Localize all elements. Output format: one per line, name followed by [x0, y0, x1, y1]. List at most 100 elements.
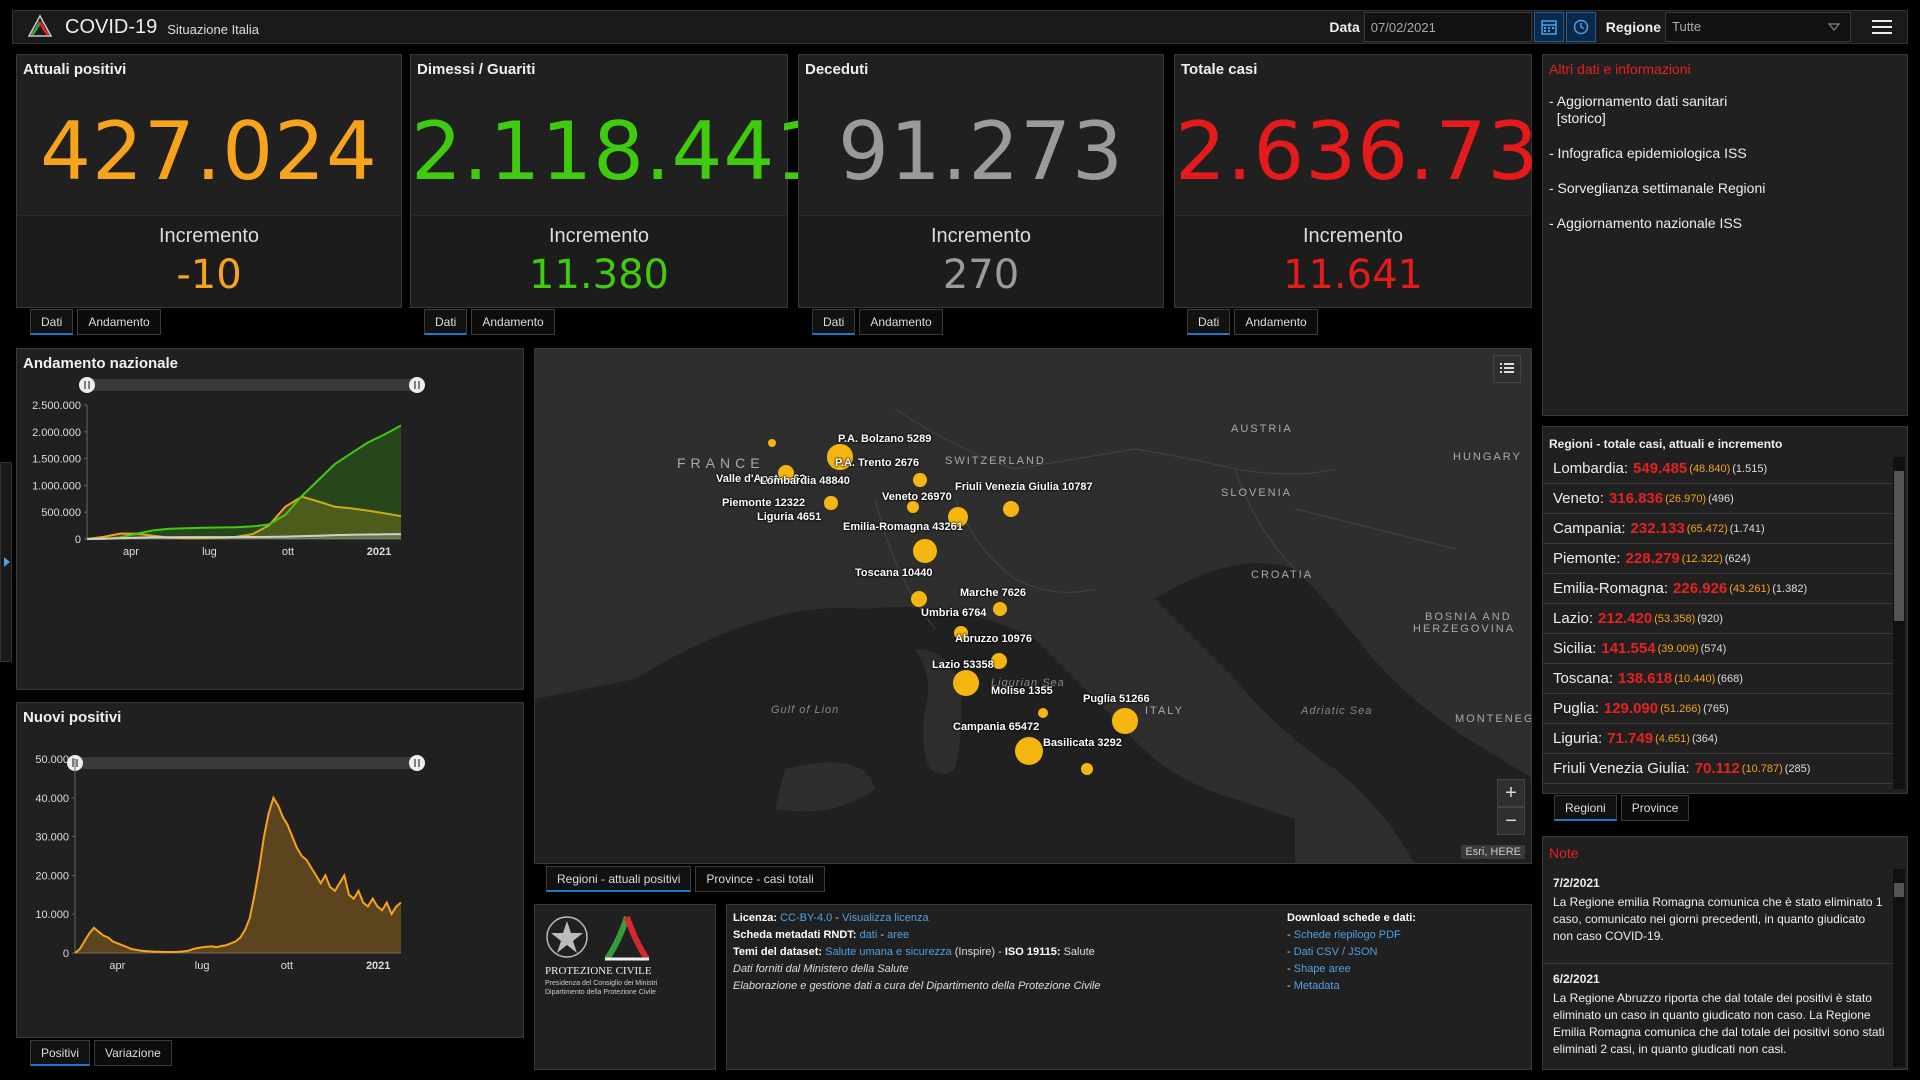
regions-list: Lombardia: 549.485 (48.840) (1.515) Veneto: 3… — [1543, 454, 1895, 784]
region-row[interactable]: Campania: 232.133 (65.472) (1.741) — [1543, 514, 1895, 544]
tab-province[interactable]: Province — [1620, 795, 1690, 821]
map-panel[interactable]: + − Esri, HERE FRANCE SWITZERLAND AUSTRI… — [534, 348, 1532, 864]
chart-panel-andamento: Andamento nazionale 2.500.000 2.000.000 1.… — [16, 348, 524, 690]
stat-tabs-deceduti: Dati Andamento — [812, 309, 943, 335]
stat-value: 2.118.441 — [411, 105, 828, 198]
region-row[interactable]: Sicilia: 141.554 (39.009) (574) — [1543, 634, 1895, 664]
tab-andamento[interactable]: Andamento — [77, 309, 161, 335]
y-tick-label: 500.000 — [41, 507, 81, 519]
region-row[interactable]: Toscana: 138.618 (10.440) (668) — [1543, 664, 1895, 694]
region-marker-label: Basilicata 3292 — [1043, 737, 1122, 749]
tab-regioni-attuali[interactable]: Regioni - attuali positivi — [546, 866, 692, 892]
region-increment: (765) — [1703, 702, 1729, 715]
region-marker[interactable] — [1112, 708, 1138, 734]
region-increment: (1.515) — [1732, 462, 1768, 475]
link-cc-by[interactable]: CC-BY-4.0 — [780, 912, 832, 924]
region-row[interactable]: Friuli Venezia Giulia: 70.112 (10.787) (285… — [1543, 754, 1895, 784]
tab-andamento[interactable]: Andamento — [859, 309, 943, 335]
link-schede-pdf[interactable]: Schede riepilogo PDF — [1294, 929, 1401, 941]
range-handle-right[interactable] — [409, 377, 425, 393]
region-marker[interactable] — [913, 473, 927, 487]
info-title: Altri dati e informazioni — [1549, 61, 1691, 77]
info-link-infografica[interactable]: - Infografica epidemiologica ISS — [1549, 145, 1901, 162]
region-name: Piemonte: — [1553, 550, 1621, 567]
protezione-civile-logo-icon — [27, 14, 53, 37]
tab-andamento[interactable]: Andamento — [471, 309, 555, 335]
regions-scrollbar[interactable] — [1893, 457, 1905, 789]
region-marker-label: Umbria 6764 — [921, 607, 987, 619]
notes-scrollbar[interactable] — [1893, 869, 1905, 1067]
menu-button[interactable] — [1857, 11, 1907, 43]
region-total: 549.485 — [1633, 460, 1688, 477]
calendar-button[interactable] — [1533, 12, 1564, 42]
tab-variazione[interactable]: Variazione — [94, 1040, 172, 1066]
link-dati[interactable]: dati — [860, 929, 878, 941]
region-row[interactable]: Emilia-Romagna: 226.926 (43.261) (1.382) — [1543, 574, 1895, 604]
tab-dati[interactable]: Dati — [30, 309, 74, 335]
region-marker[interactable] — [911, 591, 927, 607]
link-metadata[interactable]: Metadata — [1294, 980, 1340, 992]
notes-title: Note — [1549, 845, 1579, 861]
region-row[interactable]: Piemonte: 228.279 (12.322) (624) — [1543, 544, 1895, 574]
time-button[interactable] — [1565, 12, 1596, 42]
link-dati-csv[interactable]: Dati CSV / JSON — [1294, 946, 1378, 958]
region-attuali: (10.787) — [1741, 762, 1783, 775]
region-marker[interactable] — [1015, 737, 1043, 765]
region-name: Lazio: — [1553, 610, 1594, 627]
info-link-sorveglianza[interactable]: - Sorveglianza settimanale Regioni — [1549, 180, 1901, 197]
range-handle-left[interactable] — [79, 377, 95, 393]
stat-value: 91.273 — [838, 105, 1124, 198]
nuovi-positivi-chart[interactable]: 50.000 40.000 30.000 20.000 10.000 0 apr lug ott… — [17, 703, 525, 1039]
region-total: 138.618 — [1618, 670, 1673, 687]
range-handle-right[interactable] — [409, 755, 425, 771]
region-attuali: (65.472) — [1686, 522, 1728, 535]
tab-dati[interactable]: Dati — [424, 309, 468, 335]
region-row[interactable]: Veneto: 316.836 (26.970) (496) — [1543, 484, 1895, 514]
link-visualizza-licenza[interactable]: Visualizza licenza — [842, 912, 929, 924]
tab-regioni[interactable]: Regioni — [1554, 795, 1617, 821]
info-link-nazionale[interactable]: - Aggiornamento nazionale ISS — [1549, 215, 1901, 232]
region-marker[interactable] — [952, 669, 980, 697]
map-legend-button[interactable] — [1493, 355, 1521, 383]
y-tick-label: 10.000 — [35, 909, 69, 921]
y-tick-label: 40.000 — [35, 793, 69, 805]
series-area — [75, 797, 401, 953]
zoom-out-button[interactable]: − — [1497, 807, 1525, 835]
stat-panel-totale-casi: Totale casi 2.636.738 Incremento 11.641 — [1174, 54, 1592, 308]
region-name: Puglia: — [1553, 700, 1599, 717]
region-row[interactable]: Liguria: 71.749 (4.651) (364) — [1543, 724, 1895, 754]
tab-province-casi[interactable]: Province - casi totali — [695, 866, 825, 892]
zoom-in-button[interactable]: + — [1497, 779, 1525, 807]
stat-increment: -10 — [176, 252, 242, 298]
region-row[interactable]: Lombardia: 549.485 (48.840) (1.515) — [1543, 454, 1895, 484]
map-tabs: Regioni - attuali positivi Province - ca… — [546, 866, 825, 892]
region-marker[interactable] — [912, 538, 938, 564]
region-marker-label: Lazio 53358 — [932, 659, 994, 671]
tab-dati[interactable]: Dati — [812, 309, 856, 335]
region-marker-label: P.A. Trento 2676 — [835, 457, 920, 469]
region-marker[interactable] — [824, 496, 838, 510]
region-total: 70.112 — [1694, 760, 1740, 777]
chevron-down-icon — [1828, 23, 1840, 31]
region-marker[interactable] — [1002, 500, 1020, 518]
side-expander[interactable] — [0, 462, 12, 662]
date-input[interactable] — [1363, 12, 1532, 42]
country-label: ITALY — [1145, 705, 1184, 717]
region-marker-label: Friuli Venezia Giulia 10787 — [955, 481, 1093, 493]
stat-value: 2.636.738 — [1175, 105, 1592, 198]
region-total: 228.279 — [1625, 550, 1680, 567]
link-shape-aree[interactable]: Shape aree — [1294, 963, 1351, 975]
tab-positivi[interactable]: Positivi — [30, 1040, 91, 1066]
region-select[interactable]: Tutte — [1665, 12, 1851, 42]
link-aree[interactable]: aree — [887, 929, 909, 941]
tab-andamento[interactable]: Andamento — [1234, 309, 1318, 335]
stat-tabs-totale: Dati Andamento — [1187, 309, 1318, 335]
tab-dati[interactable]: Dati — [1187, 309, 1231, 335]
link-salute-umana[interactable]: Salute umana e sicurezza — [825, 946, 952, 958]
info-link-aggiornamento[interactable]: - Aggiornamento dati sanitari [storico] — [1549, 93, 1901, 127]
andamento-chart[interactable]: 2.500.000 2.000.000 1.500.000 1.000.000 500.… — [17, 349, 525, 691]
regions-title: Regioni - totale casi, attuali e increme… — [1549, 437, 1783, 451]
region-row[interactable]: Puglia: 129.090 (51.266) (765) — [1543, 694, 1895, 724]
region-row[interactable]: Lazio: 212.420 (53.358) (920) — [1543, 604, 1895, 634]
stat-increment-label: Incremento — [930, 225, 1032, 247]
